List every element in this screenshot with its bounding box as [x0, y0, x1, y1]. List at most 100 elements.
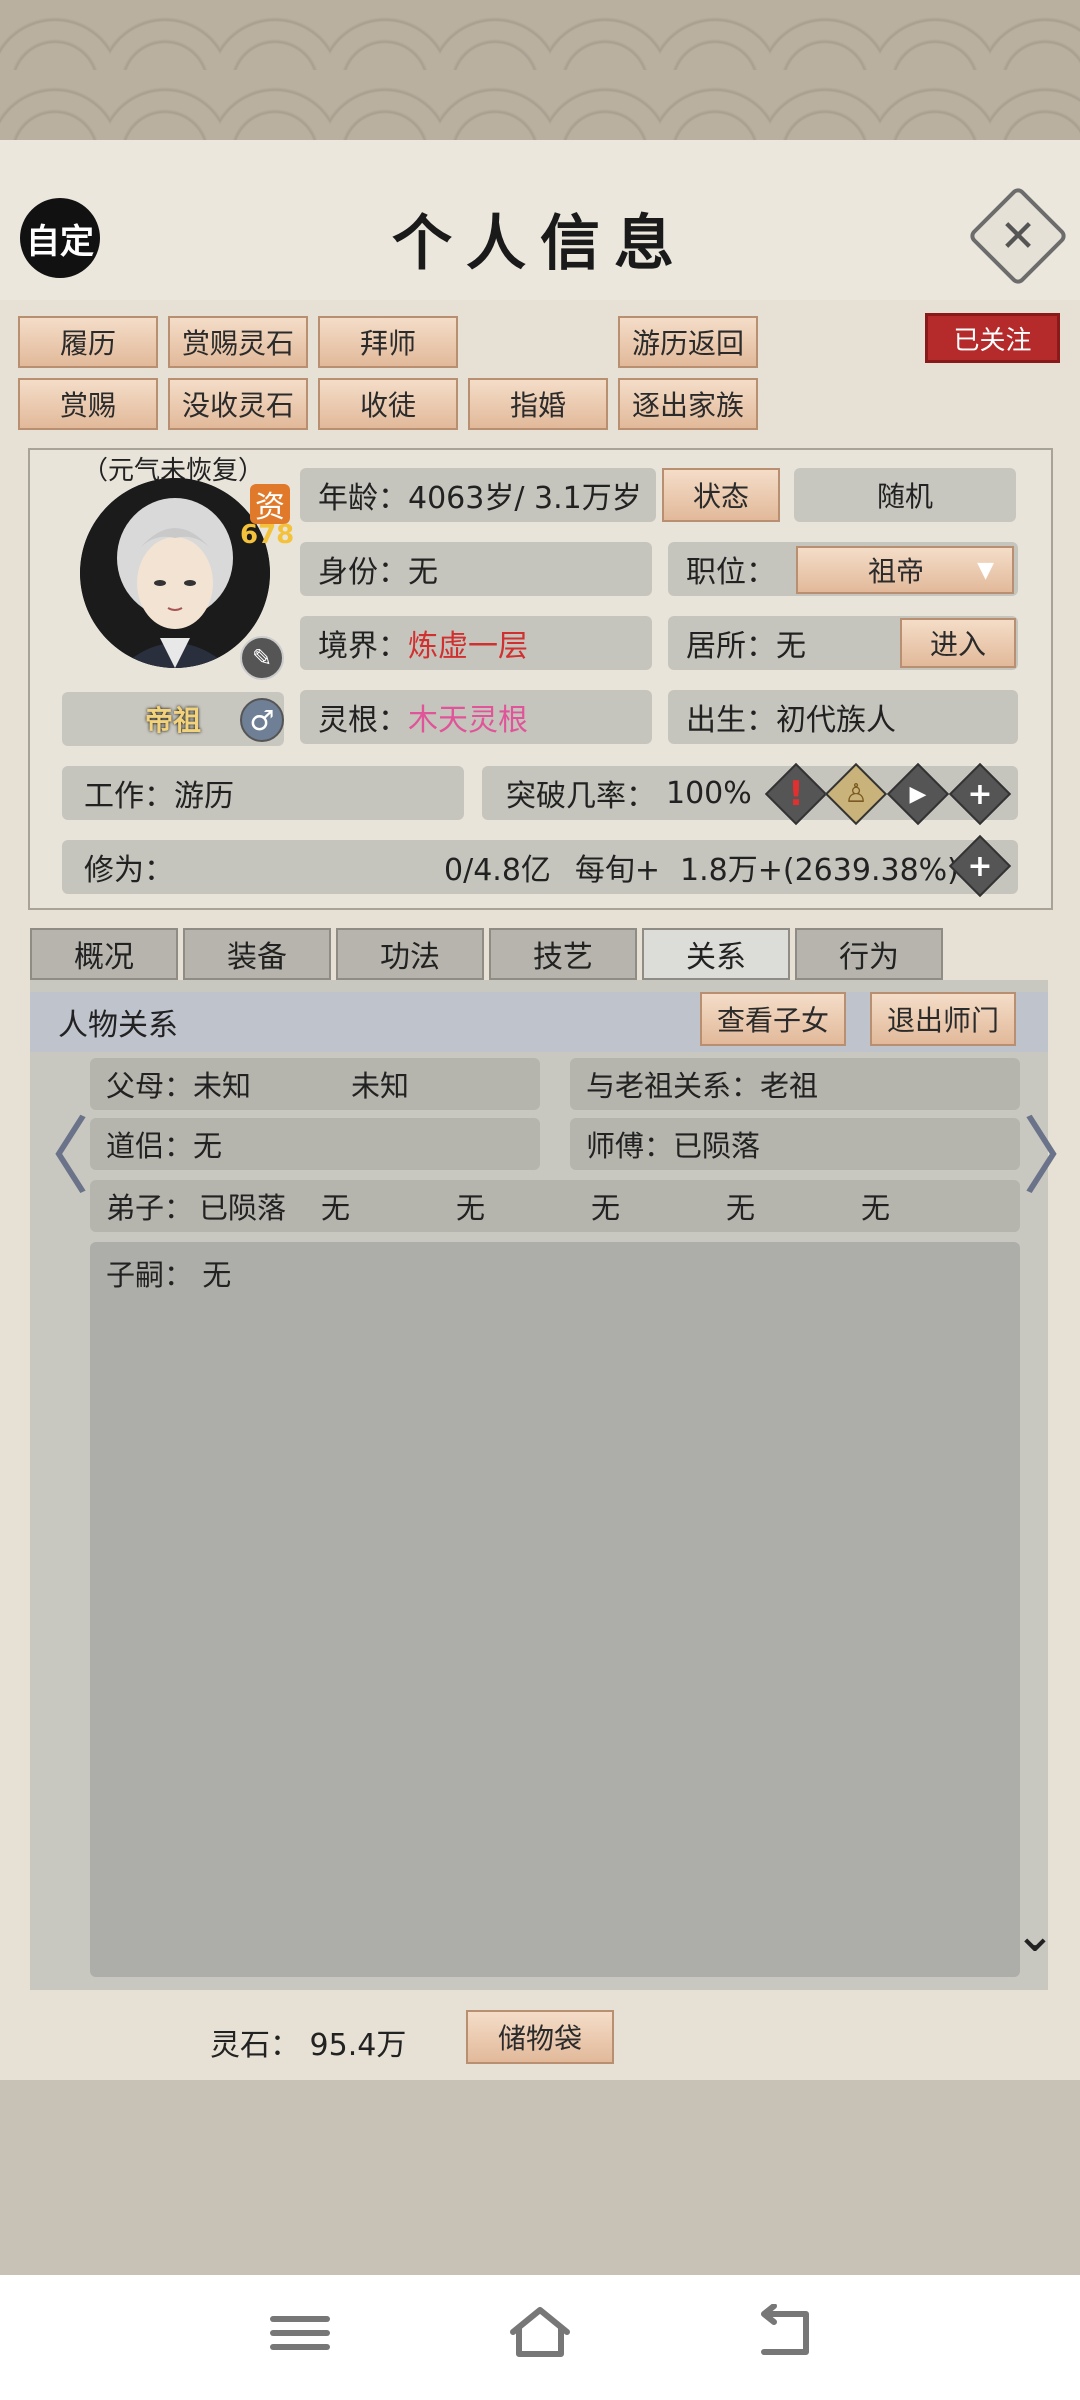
identity-field: 身份： 无 — [300, 542, 652, 596]
tab-relations[interactable]: 关系 — [642, 928, 790, 980]
ancestor-relation-field: 与老祖关系： 老祖 — [570, 1058, 1020, 1110]
aptitude-label: 资 — [250, 484, 290, 525]
storage-bag-button[interactable]: 储物袋 — [466, 2010, 614, 2064]
spirit-root-label: 灵根： — [318, 703, 408, 738]
warning-icon[interactable]: ! — [764, 762, 828, 826]
cultivation-field: 修为： 0/4.8亿 每旬+ 1.8万+(2639.38%) — [62, 840, 1018, 894]
work-value: 游历 — [174, 779, 234, 814]
spirit-stone-label: 灵石： — [210, 2028, 300, 2063]
birth-value: 初代族人 — [776, 703, 896, 738]
parents-label: 父母： — [106, 1069, 194, 1103]
master-label: 师傅： — [586, 1129, 674, 1163]
ancestor-relation-value: 老祖 — [760, 1069, 819, 1103]
bottom-band — [0, 2080, 1080, 2275]
tab-equipment[interactable]: 装备 — [183, 928, 331, 980]
previous-arrow-icon[interactable]: 〈 — [6, 1090, 90, 1211]
disciple-1: 已陨落 — [199, 1191, 287, 1225]
title-badge: 帝祖 — [144, 704, 201, 737]
heirs-label: 子嗣： — [106, 1258, 194, 1292]
next-arrow-icon[interactable]: 〉 — [1022, 1090, 1080, 1211]
disciple-2: 无 — [321, 1191, 351, 1225]
partner-value: 无 — [193, 1129, 223, 1163]
heirs-list[interactable] — [90, 1242, 1020, 1977]
disciple-5: 无 — [726, 1191, 756, 1225]
back-icon[interactable] — [750, 2303, 816, 2360]
age-field: 年龄： 4063岁/ 3.1万岁 — [300, 468, 656, 522]
cultivation-value: 0/4.8亿 — [444, 853, 551, 888]
tab-crafts[interactable]: 技艺 — [489, 928, 637, 980]
breakthrough-label: 突破几率： — [506, 779, 656, 814]
edit-icon[interactable]: ✎ — [240, 636, 284, 680]
work-field: 工作： 游历 — [62, 766, 464, 820]
confiscate-stone-button[interactable]: 没收灵石 — [168, 378, 308, 430]
expel-family-button[interactable]: 逐出家族 — [618, 378, 758, 430]
tab-overview[interactable]: 概况 — [30, 928, 178, 980]
top-wave-background — [0, 0, 1080, 150]
per-period-value: 1.8万+(2639.38%) — [680, 853, 959, 888]
relations-title: 人物关系 — [58, 1008, 178, 1043]
resume-button[interactable]: 履历 — [18, 316, 158, 368]
tab-behavior[interactable]: 行为 — [795, 928, 943, 980]
parent-2: 未知 — [351, 1069, 410, 1103]
reward-stone-button[interactable]: 赏赐灵石 — [168, 316, 308, 368]
random-button[interactable]: 随机 — [794, 468, 1016, 522]
realm-value: 炼虚一层 — [408, 629, 528, 664]
cultivation-add-icon[interactable]: + — [948, 834, 1012, 898]
spirit-root-value: 木天灵根 — [408, 703, 528, 738]
spirit-stone-value: 95.4万 — [309, 2028, 407, 2063]
arrange-marriage-button[interactable]: 指婚 — [468, 378, 608, 430]
position-label: 职位： — [686, 555, 776, 590]
ancestor-relation-label: 与老祖关系： — [586, 1069, 761, 1103]
parent-1: 未知 — [193, 1069, 252, 1103]
heirs-field: 子嗣： 无 — [106, 1252, 231, 1294]
master-field: 师傅： 已陨落 — [570, 1118, 1020, 1170]
disciples-label: 弟子： — [106, 1191, 194, 1225]
realm-label: 境界： — [318, 629, 408, 664]
aptitude-value: 678 — [240, 520, 295, 550]
add-icon[interactable]: + — [948, 762, 1012, 826]
leave-master-button[interactable]: 退出师门 — [870, 992, 1016, 1046]
position-value: 祖帝 — [868, 555, 925, 588]
birth-field: 出生： 初代族人 — [668, 690, 1018, 744]
page-title: 个人信息 — [392, 209, 688, 279]
close-icon: ✕ — [999, 210, 1037, 262]
disciple-3: 无 — [456, 1191, 486, 1225]
identity-label: 身份： — [318, 555, 408, 590]
disciples-field: 弟子： 已陨落 无 无 无 无 无 — [90, 1180, 1020, 1232]
position-dropdown[interactable]: 祖帝 ▼ — [796, 546, 1014, 594]
breakthrough-value: 100% — [666, 775, 752, 811]
play-icon[interactable]: ▶ — [886, 762, 950, 826]
apprentice-button[interactable]: 拜师 — [318, 316, 458, 368]
male-gender-icon: ♂ — [240, 698, 284, 742]
age-value: 4063岁/ 3.1万岁 — [408, 481, 642, 516]
reward-button[interactable]: 赏赐 — [18, 378, 158, 430]
spirit-root-field: 灵根： 木天灵根 — [300, 690, 652, 744]
per-period-label: 每旬+ — [574, 853, 661, 888]
return-from-travel-button[interactable]: 游历返回 — [618, 316, 758, 368]
disciple-4: 无 — [591, 1191, 621, 1225]
enter-button[interactable]: 进入 — [900, 618, 1016, 668]
disciple-6: 无 — [861, 1191, 891, 1225]
identity-value: 无 — [408, 555, 438, 590]
realm-field: 境界： 炼虚一层 — [300, 616, 652, 670]
age-label: 年龄： — [318, 481, 408, 516]
character-avatar[interactable] — [80, 478, 270, 668]
breakthrough-figure-icon[interactable]: ♙ — [824, 762, 888, 826]
residence-label: 居所： — [686, 629, 776, 664]
take-disciple-button[interactable]: 收徒 — [318, 378, 458, 430]
view-children-button[interactable]: 查看子女 — [700, 992, 846, 1046]
scroll-down-chevron-icon[interactable]: ⌄ — [1014, 1905, 1056, 1963]
dropdown-arrow-icon: ▼ — [977, 557, 994, 583]
birth-label: 出生： — [686, 703, 776, 738]
spirit-stone-display: 灵石： 95.4万 — [210, 2020, 406, 2064]
status-button[interactable]: 状态 — [662, 468, 780, 522]
cultivation-label: 修为： — [84, 853, 174, 888]
home-icon[interactable] — [505, 2302, 575, 2362]
tab-skills[interactable]: 功法 — [336, 928, 484, 980]
followed-badge[interactable]: 已关注 — [925, 313, 1060, 363]
residence-value: 无 — [776, 629, 806, 664]
heirs-value: 无 — [202, 1258, 232, 1292]
master-value: 已陨落 — [673, 1129, 761, 1163]
parents-field: 父母： 未知 未知 — [90, 1058, 540, 1110]
menu-icon[interactable] — [270, 2310, 330, 2360]
